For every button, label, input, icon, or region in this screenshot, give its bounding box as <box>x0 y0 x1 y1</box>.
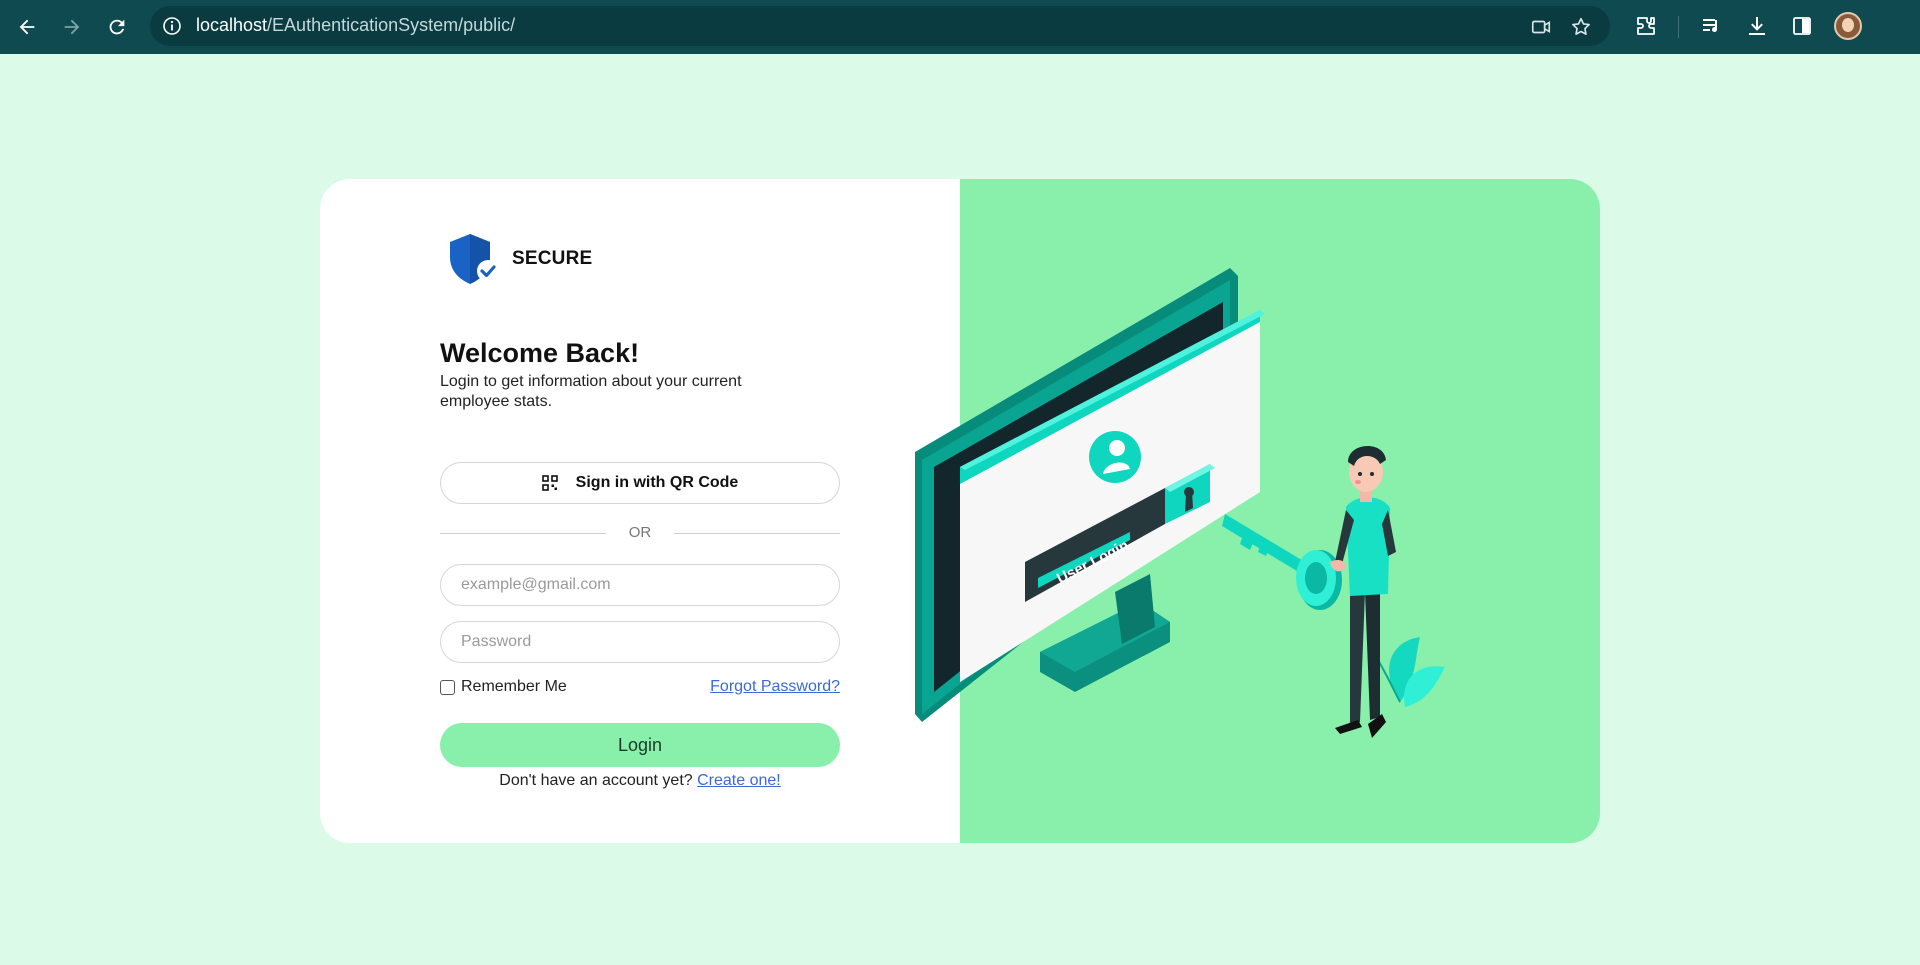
signup-prompt-text: Don't have an account yet? <box>499 772 693 789</box>
remember-me-checkbox[interactable] <box>440 679 455 695</box>
forward-icon <box>64 19 80 35</box>
camera-icon[interactable] <box>1530 16 1552 38</box>
page-title: Welcome Back! <box>440 338 640 368</box>
forgot-password-link[interactable]: Forgot Password? <box>710 678 840 696</box>
media-icon[interactable] <box>1700 14 1724 38</box>
forward-button[interactable] <box>57 12 87 42</box>
qr-code-icon <box>541 475 558 491</box>
remember-me-label: Remember Me <box>461 678 567 695</box>
side-panel-icon[interactable] <box>1790 14 1814 38</box>
reload-button[interactable] <box>102 12 132 42</box>
star-icon[interactable] <box>1570 16 1592 38</box>
divider-left <box>440 533 606 534</box>
download-icon[interactable] <box>1745 14 1769 38</box>
password-input[interactable] <box>440 621 840 663</box>
qr-signin-label: Sign in with QR Code <box>575 474 739 491</box>
page-subtitle: Login to get information about your curr… <box>440 373 742 410</box>
divider-right <box>674 533 840 534</box>
avatar-face <box>1842 18 1854 32</box>
browser-toolbar: localhost/EAuthenticationSystem/public/ <box>0 0 1920 54</box>
user-login-illustration: User Login <box>915 268 1445 738</box>
brand-name: SECURE <box>512 248 593 269</box>
signup-prompt: Don't have an account yet? Create one! <box>440 772 840 790</box>
toolbar-divider <box>1678 16 1679 38</box>
site-info-icon[interactable] <box>162 16 182 36</box>
shield-check-icon <box>450 234 499 284</box>
login-button[interactable]: Login <box>440 723 840 767</box>
back-icon <box>19 19 35 35</box>
extensions-icon[interactable] <box>1634 14 1658 38</box>
or-divider-label: OR <box>628 524 652 541</box>
back-button[interactable] <box>12 12 42 42</box>
qr-signin-button[interactable]: Sign in with QR Code <box>440 462 840 504</box>
brand: SECURE <box>446 231 592 287</box>
reload-icon <box>109 19 125 35</box>
remember-me[interactable]: Remember Me <box>440 678 567 696</box>
key-illustration <box>1222 514 1342 610</box>
email-input[interactable] <box>440 564 840 606</box>
create-account-link[interactable]: Create one! <box>697 772 781 789</box>
plant-illustration <box>1369 637 1445 707</box>
url-text[interactable]: localhost/EAuthenticationSystem/public/ <box>196 15 515 36</box>
address-bar[interactable]: localhost/EAuthenticationSystem/public/ <box>150 6 1610 46</box>
avatar[interactable] <box>1834 12 1862 40</box>
